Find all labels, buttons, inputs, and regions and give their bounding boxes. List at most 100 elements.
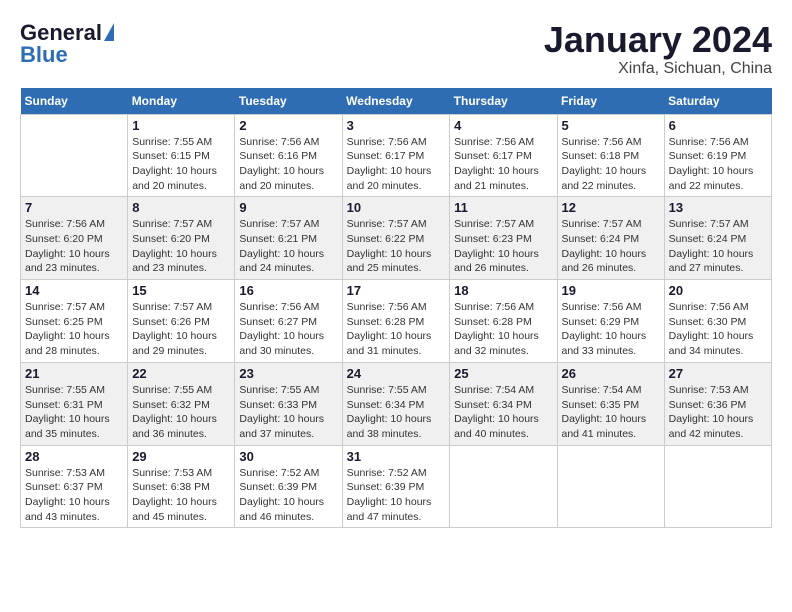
table-row: 28 Sunrise: 7:53 AM Sunset: 6:37 PM Dayli… (21, 445, 128, 528)
day-info: Sunrise: 7:56 AM Sunset: 6:29 PM Dayligh… (562, 300, 660, 359)
table-row: 23 Sunrise: 7:55 AM Sunset: 6:33 PM Dayli… (235, 362, 342, 445)
calendar-week-row: 21 Sunrise: 7:55 AM Sunset: 6:31 PM Dayli… (21, 362, 772, 445)
day-info: Sunrise: 7:56 AM Sunset: 6:17 PM Dayligh… (347, 135, 446, 194)
day-info: Sunrise: 7:56 AM Sunset: 6:17 PM Dayligh… (454, 135, 552, 194)
table-row: 18 Sunrise: 7:56 AM Sunset: 6:28 PM Dayli… (450, 280, 557, 363)
day-info: Sunrise: 7:55 AM Sunset: 6:34 PM Dayligh… (347, 383, 446, 442)
day-info: Sunrise: 7:57 AM Sunset: 6:26 PM Dayligh… (132, 300, 230, 359)
header-sunday: Sunday (21, 88, 128, 115)
header-monday: Monday (128, 88, 235, 115)
day-number: 30 (239, 449, 337, 464)
header-thursday: Thursday (450, 88, 557, 115)
table-row: 20Sunrise: 7:56 AM Sunset: 6:30 PM Dayli… (664, 280, 771, 363)
day-number: 18 (454, 283, 552, 298)
day-number: 23 (239, 366, 337, 381)
header-tuesday: Tuesday (235, 88, 342, 115)
day-info: Sunrise: 7:52 AM Sunset: 6:39 PM Dayligh… (239, 466, 337, 525)
day-number: 8 (132, 200, 230, 215)
month-title: January 2024 (544, 20, 772, 60)
header-wednesday: Wednesday (342, 88, 450, 115)
day-info: Sunrise: 7:56 AM Sunset: 6:28 PM Dayligh… (454, 300, 552, 359)
day-info: Sunrise: 7:55 AM Sunset: 6:31 PM Dayligh… (25, 383, 123, 442)
location-subtitle: Xinfa, Sichuan, China (544, 60, 772, 78)
day-number: 21 (25, 366, 123, 381)
day-info: Sunrise: 7:56 AM Sunset: 6:19 PM Dayligh… (669, 135, 767, 194)
table-row: 8 Sunrise: 7:57 AM Sunset: 6:20 PM Daylig… (128, 197, 235, 280)
day-info: Sunrise: 7:57 AM Sunset: 6:21 PM Dayligh… (239, 217, 337, 276)
day-number: 13 (669, 200, 767, 215)
day-info: Sunrise: 7:52 AM Sunset: 6:39 PM Dayligh… (347, 466, 446, 525)
day-number: 25 (454, 366, 552, 381)
table-row: 2Sunrise: 7:56 AM Sunset: 6:16 PM Daylig… (235, 114, 342, 197)
table-row: 29 Sunrise: 7:53 AM Sunset: 6:38 PM Dayli… (128, 445, 235, 528)
day-info: Sunrise: 7:56 AM Sunset: 6:20 PM Dayligh… (25, 217, 123, 276)
day-info: Sunrise: 7:57 AM Sunset: 6:25 PM Dayligh… (25, 300, 123, 359)
day-number: 12 (562, 200, 660, 215)
logo: General Blue (20, 20, 114, 68)
logo-blue-text: Blue (20, 42, 68, 68)
table-row (21, 114, 128, 197)
calendar-header-row: Sunday Monday Tuesday Wednesday Thursday… (21, 88, 772, 115)
day-number: 26 (562, 366, 660, 381)
day-number: 17 (347, 283, 446, 298)
logo-triangle-icon (104, 23, 114, 41)
day-number: 19 (562, 283, 660, 298)
table-row: 1Sunrise: 7:55 AM Sunset: 6:15 PM Daylig… (128, 114, 235, 197)
table-row: 4 Sunrise: 7:56 AM Sunset: 6:17 PM Daylig… (450, 114, 557, 197)
calendar-week-row: 14 Sunrise: 7:57 AM Sunset: 6:25 PM Dayli… (21, 280, 772, 363)
day-number: 3 (347, 118, 446, 133)
day-info: Sunrise: 7:55 AM Sunset: 6:33 PM Dayligh… (239, 383, 337, 442)
day-info: Sunrise: 7:53 AM Sunset: 6:36 PM Dayligh… (669, 383, 767, 442)
header-friday: Friday (557, 88, 664, 115)
table-row: 22Sunrise: 7:55 AM Sunset: 6:32 PM Dayli… (128, 362, 235, 445)
table-row: 6Sunrise: 7:56 AM Sunset: 6:19 PM Daylig… (664, 114, 771, 197)
day-info: Sunrise: 7:56 AM Sunset: 6:27 PM Dayligh… (239, 300, 337, 359)
day-info: Sunrise: 7:53 AM Sunset: 6:37 PM Dayligh… (25, 466, 123, 525)
table-row: 27Sunrise: 7:53 AM Sunset: 6:36 PM Dayli… (664, 362, 771, 445)
calendar-table: Sunday Monday Tuesday Wednesday Thursday… (20, 88, 772, 529)
page-header: General Blue January 2024 Xinfa, Sichuan… (20, 20, 772, 78)
day-info: Sunrise: 7:56 AM Sunset: 6:28 PM Dayligh… (347, 300, 446, 359)
table-row: 10Sunrise: 7:57 AM Sunset: 6:22 PM Dayli… (342, 197, 450, 280)
table-row (557, 445, 664, 528)
day-info: Sunrise: 7:57 AM Sunset: 6:24 PM Dayligh… (669, 217, 767, 276)
table-row (450, 445, 557, 528)
day-info: Sunrise: 7:55 AM Sunset: 6:15 PM Dayligh… (132, 135, 230, 194)
table-row: 17 Sunrise: 7:56 AM Sunset: 6:28 PM Dayli… (342, 280, 450, 363)
table-row: 3 Sunrise: 7:56 AM Sunset: 6:17 PM Daylig… (342, 114, 450, 197)
table-row: 14 Sunrise: 7:57 AM Sunset: 6:25 PM Dayli… (21, 280, 128, 363)
table-row: 25 Sunrise: 7:54 AM Sunset: 6:34 PM Dayli… (450, 362, 557, 445)
calendar-week-row: 1Sunrise: 7:55 AM Sunset: 6:15 PM Daylig… (21, 114, 772, 197)
day-number: 16 (239, 283, 337, 298)
day-number: 28 (25, 449, 123, 464)
day-info: Sunrise: 7:56 AM Sunset: 6:30 PM Dayligh… (669, 300, 767, 359)
day-number: 31 (347, 449, 446, 464)
table-row: 9 Sunrise: 7:57 AM Sunset: 6:21 PM Daylig… (235, 197, 342, 280)
header-saturday: Saturday (664, 88, 771, 115)
day-number: 4 (454, 118, 552, 133)
day-number: 22 (132, 366, 230, 381)
table-row: 31 Sunrise: 7:52 AM Sunset: 6:39 PM Dayli… (342, 445, 450, 528)
table-row: 13 Sunrise: 7:57 AM Sunset: 6:24 PM Dayli… (664, 197, 771, 280)
day-number: 29 (132, 449, 230, 464)
table-row: 24 Sunrise: 7:55 AM Sunset: 6:34 PM Dayli… (342, 362, 450, 445)
day-info: Sunrise: 7:54 AM Sunset: 6:34 PM Dayligh… (454, 383, 552, 442)
day-number: 14 (25, 283, 123, 298)
day-number: 5 (562, 118, 660, 133)
day-info: Sunrise: 7:57 AM Sunset: 6:20 PM Dayligh… (132, 217, 230, 276)
table-row: 30 Sunrise: 7:52 AM Sunset: 6:39 PM Dayli… (235, 445, 342, 528)
table-row: 19 Sunrise: 7:56 AM Sunset: 6:29 PM Dayli… (557, 280, 664, 363)
day-number: 24 (347, 366, 446, 381)
table-row: 11Sunrise: 7:57 AM Sunset: 6:23 PM Dayli… (450, 197, 557, 280)
day-number: 9 (239, 200, 337, 215)
table-row: 7Sunrise: 7:56 AM Sunset: 6:20 PM Daylig… (21, 197, 128, 280)
day-info: Sunrise: 7:53 AM Sunset: 6:38 PM Dayligh… (132, 466, 230, 525)
title-area: January 2024 Xinfa, Sichuan, China (544, 20, 772, 78)
day-info: Sunrise: 7:56 AM Sunset: 6:18 PM Dayligh… (562, 135, 660, 194)
calendar-week-row: 28 Sunrise: 7:53 AM Sunset: 6:37 PM Dayli… (21, 445, 772, 528)
day-number: 15 (132, 283, 230, 298)
table-row: 16 Sunrise: 7:56 AM Sunset: 6:27 PM Dayli… (235, 280, 342, 363)
table-row: 21 Sunrise: 7:55 AM Sunset: 6:31 PM Dayli… (21, 362, 128, 445)
table-row: 5 Sunrise: 7:56 AM Sunset: 6:18 PM Daylig… (557, 114, 664, 197)
day-info: Sunrise: 7:54 AM Sunset: 6:35 PM Dayligh… (562, 383, 660, 442)
